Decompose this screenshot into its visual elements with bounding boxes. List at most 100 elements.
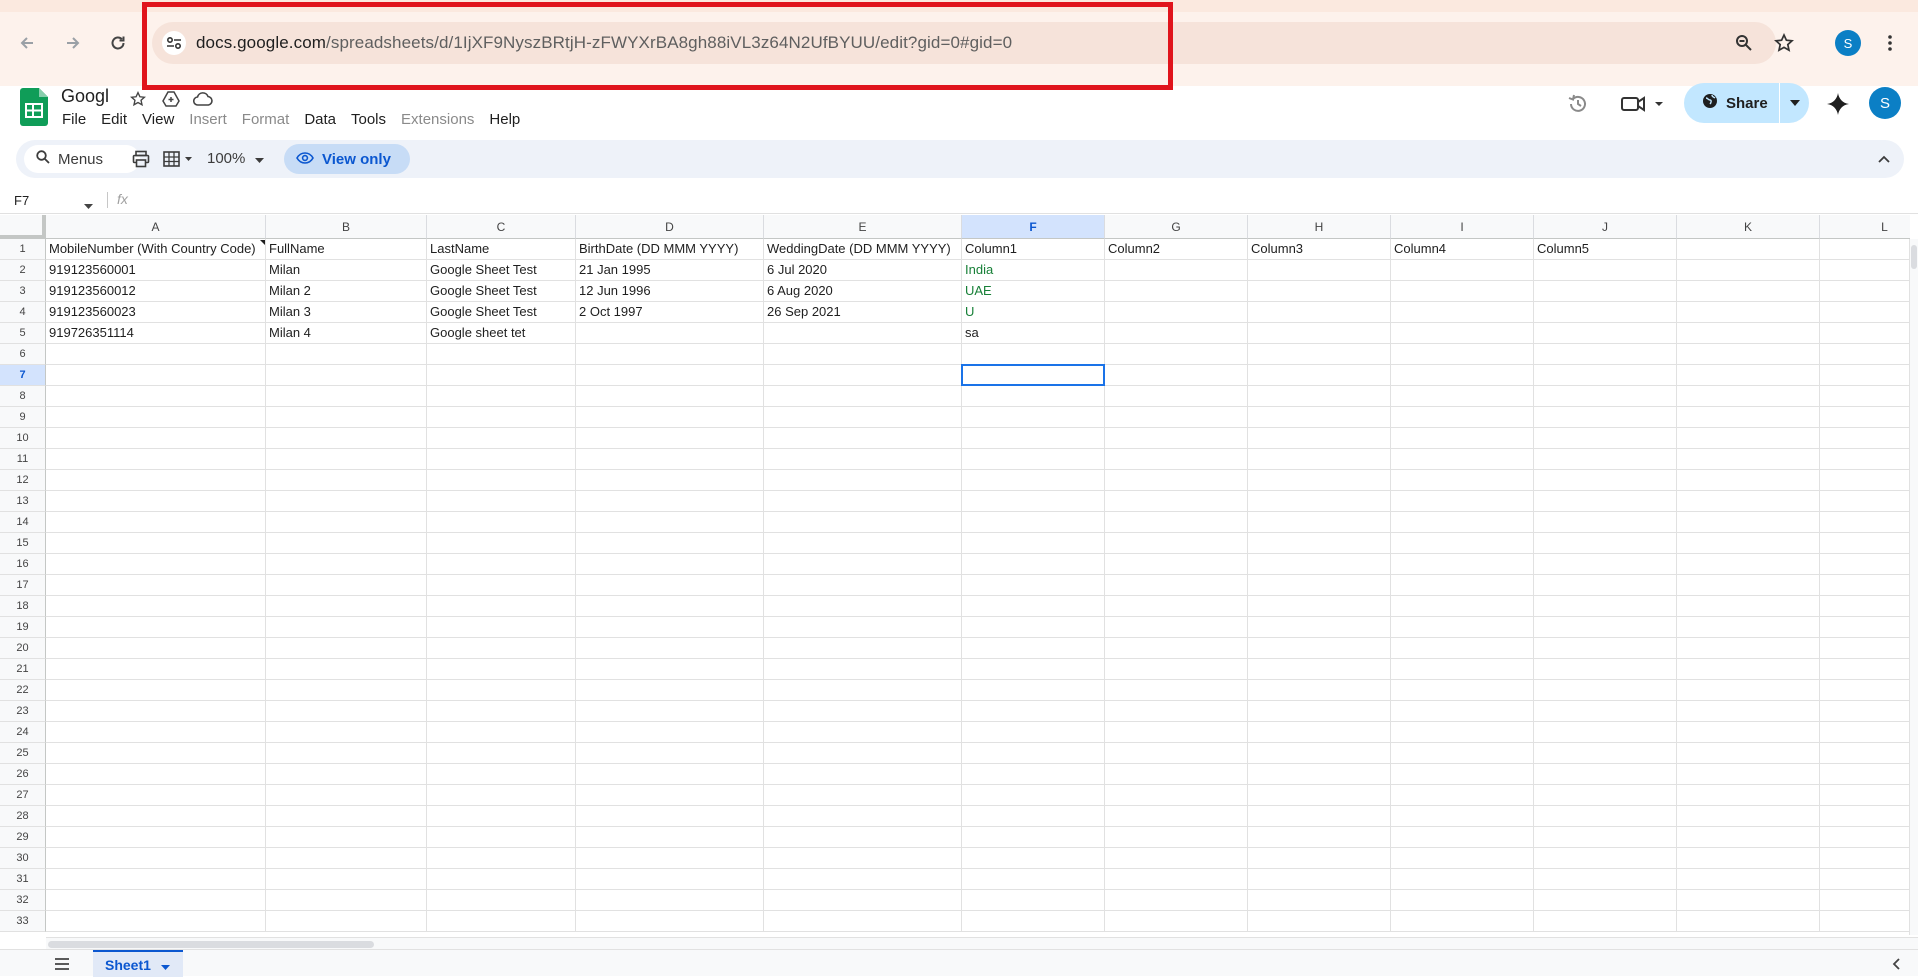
cell-d22[interactable] xyxy=(576,680,764,701)
address-bar[interactable]: docs.google.com/spreadsheets/d/1IjXF9Nys… xyxy=(152,22,1794,64)
cell-i9[interactable] xyxy=(1391,407,1534,428)
cell-f8[interactable] xyxy=(962,386,1105,407)
cell-d18[interactable] xyxy=(576,596,764,617)
cell-a1[interactable]: MobileNumber (With Country Code) xyxy=(46,239,266,260)
cell-a22[interactable] xyxy=(46,680,266,701)
cell-g27[interactable] xyxy=(1105,785,1248,806)
cell-f23[interactable] xyxy=(962,701,1105,722)
cell-f15[interactable] xyxy=(962,533,1105,554)
cell-g29[interactable] xyxy=(1105,827,1248,848)
cell-g11[interactable] xyxy=(1105,449,1248,470)
cell-e2[interactable]: 6 Jul 2020 xyxy=(764,260,962,281)
cell-a11[interactable] xyxy=(46,449,266,470)
cell-i4[interactable] xyxy=(1391,302,1534,323)
cell-e1[interactable]: WeddingDate (DD MMM YYYY) xyxy=(764,239,962,260)
column-header-d[interactable]: D xyxy=(576,215,764,239)
cell-g6[interactable] xyxy=(1105,344,1248,365)
cell-c19[interactable] xyxy=(427,617,576,638)
column-header-e[interactable]: E xyxy=(764,215,962,239)
cell-b19[interactable] xyxy=(266,617,427,638)
cell-e23[interactable] xyxy=(764,701,962,722)
cell-g30[interactable] xyxy=(1105,848,1248,869)
cell-l3[interactable] xyxy=(1820,281,1910,302)
cell-e18[interactable] xyxy=(764,596,962,617)
cell-f6[interactable] xyxy=(962,344,1105,365)
cell-l8[interactable] xyxy=(1820,386,1910,407)
cell-l1[interactable] xyxy=(1820,239,1910,260)
row-header-4[interactable]: 4 xyxy=(0,302,46,323)
cell-j16[interactable] xyxy=(1534,554,1677,575)
cell-f29[interactable] xyxy=(962,827,1105,848)
cell-d30[interactable] xyxy=(576,848,764,869)
row-header-22[interactable]: 22 xyxy=(0,680,46,701)
cell-f4[interactable]: U xyxy=(962,302,1105,323)
cell-k13[interactable] xyxy=(1677,491,1820,512)
cell-g17[interactable] xyxy=(1105,575,1248,596)
cell-i2[interactable] xyxy=(1391,260,1534,281)
row-header-2[interactable]: 2 xyxy=(0,260,46,281)
cell-c23[interactable] xyxy=(427,701,576,722)
all-sheets-menu-icon[interactable] xyxy=(52,956,72,972)
cell-k32[interactable] xyxy=(1677,890,1820,911)
cell-k25[interactable] xyxy=(1677,743,1820,764)
cell-k17[interactable] xyxy=(1677,575,1820,596)
cell-e20[interactable] xyxy=(764,638,962,659)
cell-j12[interactable] xyxy=(1534,470,1677,491)
cell-f26[interactable] xyxy=(962,764,1105,785)
row-header-10[interactable]: 10 xyxy=(0,428,46,449)
column-header-f[interactable]: F xyxy=(962,215,1105,239)
cell-f30[interactable] xyxy=(962,848,1105,869)
cell-e6[interactable] xyxy=(764,344,962,365)
cell-l22[interactable] xyxy=(1820,680,1910,701)
cell-j14[interactable] xyxy=(1534,512,1677,533)
cell-e14[interactable] xyxy=(764,512,962,533)
cell-f16[interactable] xyxy=(962,554,1105,575)
sheets-logo-icon[interactable] xyxy=(20,88,48,126)
horizontal-scrollbar[interactable] xyxy=(46,937,1918,949)
cell-h13[interactable] xyxy=(1248,491,1391,512)
cell-h2[interactable] xyxy=(1248,260,1391,281)
forward-icon[interactable] xyxy=(58,28,88,58)
cell-a3[interactable]: 919123560012 xyxy=(46,281,266,302)
cell-d13[interactable] xyxy=(576,491,764,512)
row-header-28[interactable]: 28 xyxy=(0,806,46,827)
cell-b5[interactable]: Milan 4 xyxy=(266,323,427,344)
cell-c16[interactable] xyxy=(427,554,576,575)
cell-a5[interactable]: 919726351114 xyxy=(46,323,266,344)
cell-e22[interactable] xyxy=(764,680,962,701)
cell-h24[interactable] xyxy=(1248,722,1391,743)
cell-a31[interactable] xyxy=(46,869,266,890)
row-header-18[interactable]: 18 xyxy=(0,596,46,617)
cell-h8[interactable] xyxy=(1248,386,1391,407)
cell-d19[interactable] xyxy=(576,617,764,638)
cell-l32[interactable] xyxy=(1820,890,1910,911)
cell-g26[interactable] xyxy=(1105,764,1248,785)
cell-d12[interactable] xyxy=(576,470,764,491)
cell-d33[interactable] xyxy=(576,911,764,932)
row-header-24[interactable]: 24 xyxy=(0,722,46,743)
cell-j28[interactable] xyxy=(1534,806,1677,827)
cell-c1[interactable]: LastName xyxy=(427,239,576,260)
cell-j11[interactable] xyxy=(1534,449,1677,470)
row-header-20[interactable]: 20 xyxy=(0,638,46,659)
cell-g32[interactable] xyxy=(1105,890,1248,911)
cell-b3[interactable]: Milan 2 xyxy=(266,281,427,302)
cell-j15[interactable] xyxy=(1534,533,1677,554)
cell-c9[interactable] xyxy=(427,407,576,428)
cell-c14[interactable] xyxy=(427,512,576,533)
cell-l15[interactable] xyxy=(1820,533,1910,554)
cell-k21[interactable] xyxy=(1677,659,1820,680)
cell-h6[interactable] xyxy=(1248,344,1391,365)
cell-a15[interactable] xyxy=(46,533,266,554)
star-icon[interactable] xyxy=(128,89,148,109)
cell-k2[interactable] xyxy=(1677,260,1820,281)
menu-help[interactable]: Help xyxy=(489,111,520,133)
menu-insert[interactable]: Insert xyxy=(189,111,227,133)
cell-h1[interactable]: Column3 xyxy=(1248,239,1391,260)
cell-k31[interactable] xyxy=(1677,869,1820,890)
cell-c13[interactable] xyxy=(427,491,576,512)
column-header-j[interactable]: J xyxy=(1534,215,1677,239)
menu-tools[interactable]: Tools xyxy=(351,111,386,133)
cell-a7[interactable] xyxy=(46,365,266,386)
cell-l25[interactable] xyxy=(1820,743,1910,764)
